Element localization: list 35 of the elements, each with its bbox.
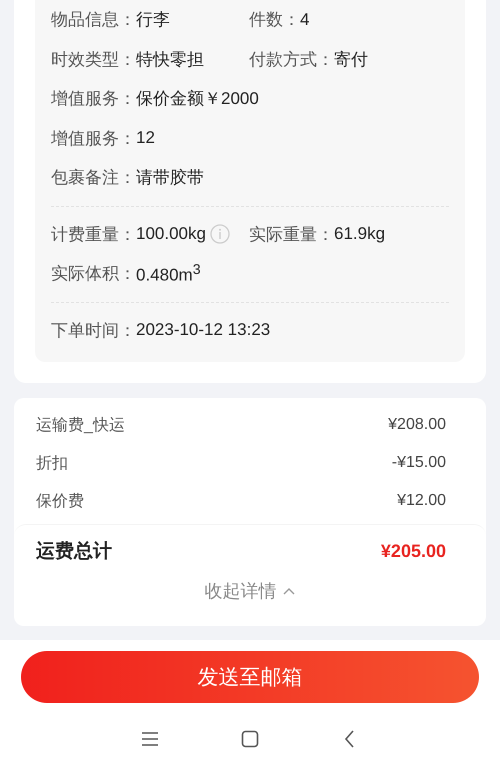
field-label: 包裹备注： bbox=[51, 167, 136, 190]
field-label: 付款方式： bbox=[249, 48, 334, 71]
field-value: 100.00kg bbox=[136, 224, 206, 244]
total-amount: ¥205.00 bbox=[380, 540, 446, 562]
fee-name: 保价费 bbox=[36, 492, 84, 512]
collapse-button[interactable]: 收起详情 bbox=[198, 577, 302, 605]
fee-amount: -¥15.00 bbox=[392, 454, 446, 472]
menu-icon[interactable] bbox=[140, 729, 160, 749]
field-value: 61.9kg bbox=[334, 224, 386, 244]
field-value: 2023-10-12 13:23 bbox=[136, 320, 270, 340]
field-label: 时效类型： bbox=[51, 48, 136, 71]
send-button[interactable]: 发送至邮箱 bbox=[21, 651, 479, 703]
field-label: 件数： bbox=[249, 9, 300, 32]
home-icon[interactable] bbox=[240, 729, 260, 749]
field-value: 寄付 bbox=[334, 48, 368, 71]
total-label: 运费总计 bbox=[36, 540, 112, 564]
field-label: 物品信息： bbox=[51, 9, 136, 32]
caret-icon bbox=[282, 586, 296, 596]
field-value: 行李 bbox=[136, 9, 170, 32]
field-value: 12 bbox=[136, 128, 155, 148]
field-label: 实际重量： bbox=[249, 224, 334, 246]
field-value: 请带胶带 bbox=[136, 167, 204, 190]
field-label: 增值服务： bbox=[51, 88, 136, 110]
field-label: 增值服务： bbox=[51, 128, 136, 150]
fee-amount: ¥208.00 bbox=[388, 416, 446, 434]
field-value: 特快零担 bbox=[136, 48, 204, 71]
field-value: 保价金额￥2000 bbox=[136, 88, 259, 110]
field-label: 实际体积： bbox=[51, 263, 136, 286]
fee-name: 折扣 bbox=[36, 454, 68, 474]
field-label: 下单时间： bbox=[51, 320, 136, 342]
field-value: 4 bbox=[300, 10, 310, 30]
field-value: 0.480m$^{3}$ bbox=[136, 262, 201, 286]
field-label: 计费重量： bbox=[51, 224, 136, 246]
fee-amount: ¥12.00 bbox=[397, 492, 446, 510]
fee-name: 运输费_快运 bbox=[36, 416, 125, 436]
